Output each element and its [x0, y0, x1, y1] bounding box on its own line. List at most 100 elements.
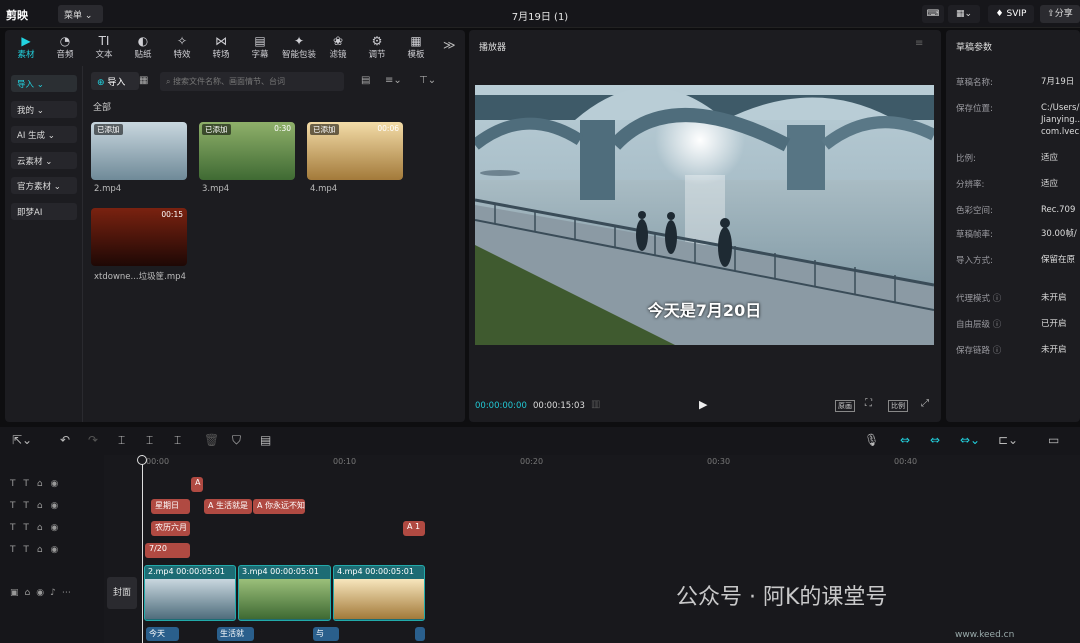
tab-adjust[interactable]: ⚙ 调节	[358, 34, 396, 60]
sidebar-item[interactable]: 导入 ⌄	[11, 75, 77, 92]
sidebar-item[interactable]: 官方素材 ⌄	[11, 177, 77, 194]
search-input[interactable]: ⌕ 搜索文件名称、画面情节、台词	[160, 72, 344, 91]
main-track-controls[interactable]: ▣⌂◉♪⋯	[10, 588, 77, 598]
media-thumbnail[interactable]: 已添加 00:06	[307, 122, 403, 180]
video-clip[interactable]: 4.mp4 00:00:05:01	[333, 565, 425, 621]
ratio-button[interactable]: 比例	[888, 400, 908, 412]
draft-param-label: 导入方式:	[956, 256, 993, 266]
split-icon[interactable]: ⌶	[118, 433, 125, 448]
draft-param-value: 未开启	[1041, 345, 1067, 355]
shield-icon[interactable]: ⛉	[232, 433, 241, 448]
draft-title: 草稿参数	[956, 43, 993, 53]
view-icon[interactable]: ▤	[361, 75, 370, 86]
tab-audio[interactable]: ◔ 音频	[46, 34, 84, 60]
more-tabs-icon[interactable]: ≫	[443, 38, 456, 52]
fullscreen-icon[interactable]: ⤢	[921, 398, 929, 409]
preview-axis-icon[interactable]: ⇔⌄	[960, 433, 980, 447]
tab-subtitle[interactable]: ▤ 字幕	[241, 34, 279, 60]
caption-icon[interactable]: ▤	[260, 433, 271, 447]
playhead[interactable]	[142, 455, 143, 643]
redo-icon[interactable]: ↷	[88, 433, 98, 447]
ruler-tick: 00:00	[146, 457, 170, 466]
track-controls[interactable]: TT⌂◉	[10, 523, 66, 533]
tab-sticker[interactable]: ◐ 贴纸	[124, 34, 162, 60]
text-clip[interactable]: 农历六月	[151, 521, 190, 536]
audio-clip[interactable]: 生活就	[217, 627, 254, 641]
text-clip[interactable]: A 你永远不知	[253, 499, 305, 514]
audio-clip[interactable]: 今天	[146, 627, 179, 641]
duration-label: 00:15	[161, 210, 183, 219]
media-thumbnail[interactable]: 已添加 0:30	[199, 122, 295, 180]
comment-icon[interactable]: ▭	[1048, 433, 1059, 447]
track-controls[interactable]: TT⌂◉	[10, 545, 66, 555]
tab-filter[interactable]: ❀ 滤镜	[319, 34, 357, 60]
svip-button[interactable]: ♦ SVIP	[988, 5, 1034, 23]
crop-icon[interactable]: ⛶	[865, 398, 872, 409]
adjust-icon: ⚙	[371, 34, 383, 48]
track-controls[interactable]: TT⌂◉	[10, 479, 66, 489]
video-clip[interactable]: 3.mp4 00:00:05:01	[238, 565, 331, 621]
timeline: 00:00 00:10 00:20 00:30 00:40 TT⌂◉ TT⌂◉ TT⌂◉…	[0, 455, 1080, 643]
time-total: 00:00:15:03	[533, 401, 585, 411]
draft-param-label: 自由层级 ⓘ	[956, 320, 1002, 330]
share-label: 分享	[1054, 9, 1073, 19]
text-clip[interactable]: A 生活就是	[204, 499, 252, 514]
share-button[interactable]: ⇪分享	[1040, 5, 1080, 23]
clip-frame	[285, 579, 330, 619]
sidebar-item[interactable]: AI 生成 ⌄	[11, 126, 77, 143]
sort-icon[interactable]: ≡⌄	[385, 75, 402, 86]
play-icon[interactable]: ▶	[699, 398, 707, 411]
playhead-knob[interactable]	[137, 455, 147, 465]
mic-icon[interactable]: 🎙	[864, 433, 879, 447]
audio-clip[interactable]	[415, 627, 425, 641]
text-clip[interactable]: A 1	[403, 521, 425, 536]
tab-smart-pack[interactable]: ✦ 智能包装	[280, 34, 318, 60]
video-clip[interactable]: 2.mp4 00:00:05:01	[144, 565, 236, 621]
draft-param-value: 7月19日	[1041, 77, 1075, 87]
tab-text[interactable]: TI 文本	[85, 34, 123, 60]
grid-icon[interactable]: ▦	[139, 75, 148, 86]
import-button[interactable]: ⊕ 导入	[91, 72, 139, 90]
layout-icon[interactable]: ▦⌄	[948, 5, 980, 23]
player-menu-icon[interactable]: ≡	[915, 38, 923, 49]
shortcut-icon[interactable]: ⌨	[922, 5, 944, 23]
sidebar-item[interactable]: 我的 ⌄	[11, 100, 77, 118]
split-right-icon[interactable]: ⌶	[174, 433, 181, 448]
template-icon: ▦	[410, 34, 422, 48]
effects-icon: ✧	[176, 34, 188, 48]
tab-transition[interactable]: ⋈ 转场	[202, 34, 240, 60]
tab-media[interactable]: ▶ 素材	[7, 34, 45, 60]
media-thumbnail[interactable]: 已添加	[91, 122, 187, 180]
track-controls[interactable]: TT⌂◉	[10, 501, 66, 511]
undo-icon[interactable]: ↶	[60, 433, 70, 447]
text-clip[interactable]: A	[191, 477, 203, 492]
original-button[interactable]: 原画	[835, 400, 855, 412]
draft-param-label: 保存链路 ⓘ	[956, 346, 1002, 356]
ruler-tick: 00:40	[894, 457, 918, 466]
tab-label: 素材	[17, 50, 35, 60]
cover-button[interactable]: 封面	[107, 577, 137, 609]
video-preview[interactable]: 今天是7月20日	[475, 85, 934, 345]
audio-clip[interactable]: 与	[313, 627, 339, 641]
draft-param-value: 保留在原	[1041, 255, 1076, 265]
text-clip[interactable]: 星期日	[151, 499, 190, 514]
text-clip[interactable]: 7/20	[145, 543, 190, 558]
video-clip-label: 4.mp4 00:00:05:01	[337, 567, 414, 576]
tab-effects[interactable]: ✧ 特效	[163, 34, 201, 60]
link-main-icon[interactable]: ⇔	[900, 433, 910, 447]
snap-icon[interactable]: ⊏⌄	[998, 433, 1018, 447]
link-clip-icon[interactable]: ⇔	[930, 433, 940, 447]
tab-template[interactable]: ▦ 模板	[397, 34, 435, 60]
filter-icon[interactable]: ⊤⌄	[419, 75, 436, 86]
timecode-icon[interactable]: ▥	[591, 399, 600, 410]
select-tool-icon[interactable]: ⇱⌄	[12, 433, 32, 447]
player-panel: 播放器 ≡ 今天是7月20日 00:00:00:00 00:00:15:03 ▥…	[469, 30, 941, 422]
draft-param-label: 保存位置:	[956, 104, 993, 114]
delete-icon[interactable]: 🗑	[204, 433, 219, 447]
split-left-icon[interactable]: ⌶	[146, 433, 153, 448]
sidebar-item[interactable]: 云素材 ⌄	[11, 151, 77, 169]
media-thumbnail[interactable]: 00:15	[91, 208, 187, 266]
tab-label: 滤镜	[329, 50, 347, 60]
watermark-site: www.keed.cn	[955, 630, 1015, 640]
sidebar-item[interactable]: 即梦AI	[11, 202, 77, 220]
